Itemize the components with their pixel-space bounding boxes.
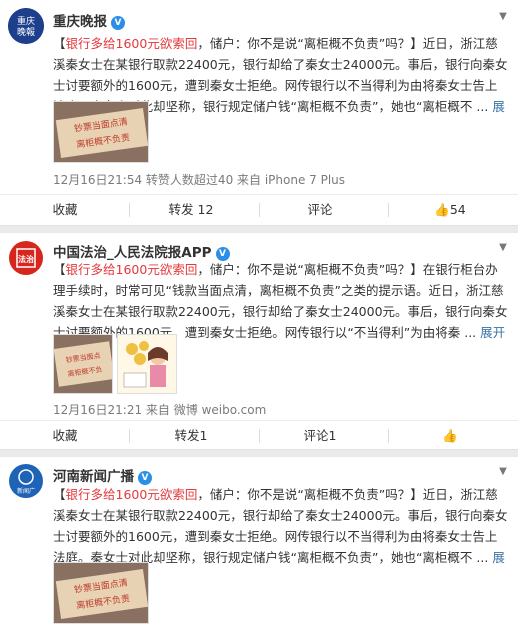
post-image[interactable]: 钞票当面点清 离柜概不负责 <box>53 101 149 163</box>
post-actions: 收藏 转发1 评论1 👍 <box>0 420 518 450</box>
author-name[interactable]: 河南新闻广播 V <box>53 465 152 485</box>
repost-button[interactable]: 转发 12 <box>141 195 241 225</box>
avatar[interactable]: 重庆 晚報 <box>8 8 44 44</box>
svg-text:晚報: 晚報 <box>17 27 35 38</box>
henan-news-radio-logo: 新闻广 <box>9 464 43 498</box>
comment-button[interactable]: 评论1 <box>270 421 370 451</box>
avatar[interactable]: 新闻广 <box>8 463 44 499</box>
chongqing-evening-logo: 重庆 晚報 <box>8 8 44 44</box>
topic-link[interactable]: 银行多给1600元欲索回 <box>66 487 198 502</box>
post-image[interactable]: 钞票当面点清 离柜概不负责 <box>53 562 149 624</box>
post-meta: 12月16日21:21 来自 微博 weibo.com <box>53 403 267 417</box>
chevron-down-icon[interactable]: ▼ <box>496 241 510 255</box>
avatar[interactable]: 法治 <box>8 240 44 276</box>
like-button[interactable]: 👍54 <box>400 195 500 225</box>
author-name[interactable]: 中国法治_人民法院报APP V <box>53 241 230 261</box>
topic-link[interactable]: 银行多给1600元欲索回 <box>66 36 198 51</box>
repost-button[interactable]: 转发1 <box>141 421 241 451</box>
bank-sign-photo: 钞票当面点清 离柜概不负责 <box>54 102 148 162</box>
like-button[interactable]: 👍 <box>400 421 500 451</box>
cartoon-illustration <box>118 335 176 393</box>
weibo-post: 重庆 晚報 重庆晚报 V ▼ 【银行多给1600元欲索回，储户：你不是说“离柜概不… <box>0 0 518 226</box>
post-meta: 12月16日21:54 转赞人数超过40 来自 iPhone 7 Plus <box>53 173 346 187</box>
comment-button[interactable]: 评论 <box>270 195 370 225</box>
post-image[interactable] <box>117 334 177 394</box>
topic-link[interactable]: 银行多给1600元欲索回 <box>66 262 198 277</box>
verified-badge-icon: V <box>111 16 125 30</box>
bank-sign-photo: 钞票当面点清 离柜概不负责 <box>54 563 148 623</box>
author-name[interactable]: 重庆晚报 V <box>53 10 125 30</box>
svg-text:法治: 法治 <box>18 254 34 264</box>
favorite-button[interactable]: 收藏 <box>15 195 115 225</box>
weibo-post: 法治 中国法治_人民法院报APP V ▼ 【银行多给1600元欲索回，储户：你不是… <box>0 233 518 450</box>
china-rule-of-law-logo: 法治 <box>9 241 43 275</box>
favorite-button[interactable]: 收藏 <box>15 421 115 451</box>
verified-badge-icon: V <box>138 471 152 485</box>
thumbs-up-icon: 👍 <box>442 428 458 443</box>
thumbs-up-icon: 👍 <box>434 202 450 217</box>
svg-text:重庆: 重庆 <box>17 15 35 27</box>
bank-sign-photo: 钞票当面点 离柜概不负 <box>54 335 112 393</box>
like-count: 54 <box>449 202 466 217</box>
post-actions: 收藏 转发 12 评论 👍54 <box>0 194 518 224</box>
chevron-down-icon[interactable]: ▼ <box>496 10 510 24</box>
chevron-down-icon[interactable]: ▼ <box>496 465 510 479</box>
weibo-post: 新闻广 河南新闻广播 V ▼ 【银行多给1600元欲索回，储户：你不是说“离柜概不… <box>0 457 518 632</box>
svg-text:新闻广: 新闻广 <box>17 487 35 495</box>
post-image[interactable]: 钞票当面点 离柜概不负 <box>53 334 113 394</box>
